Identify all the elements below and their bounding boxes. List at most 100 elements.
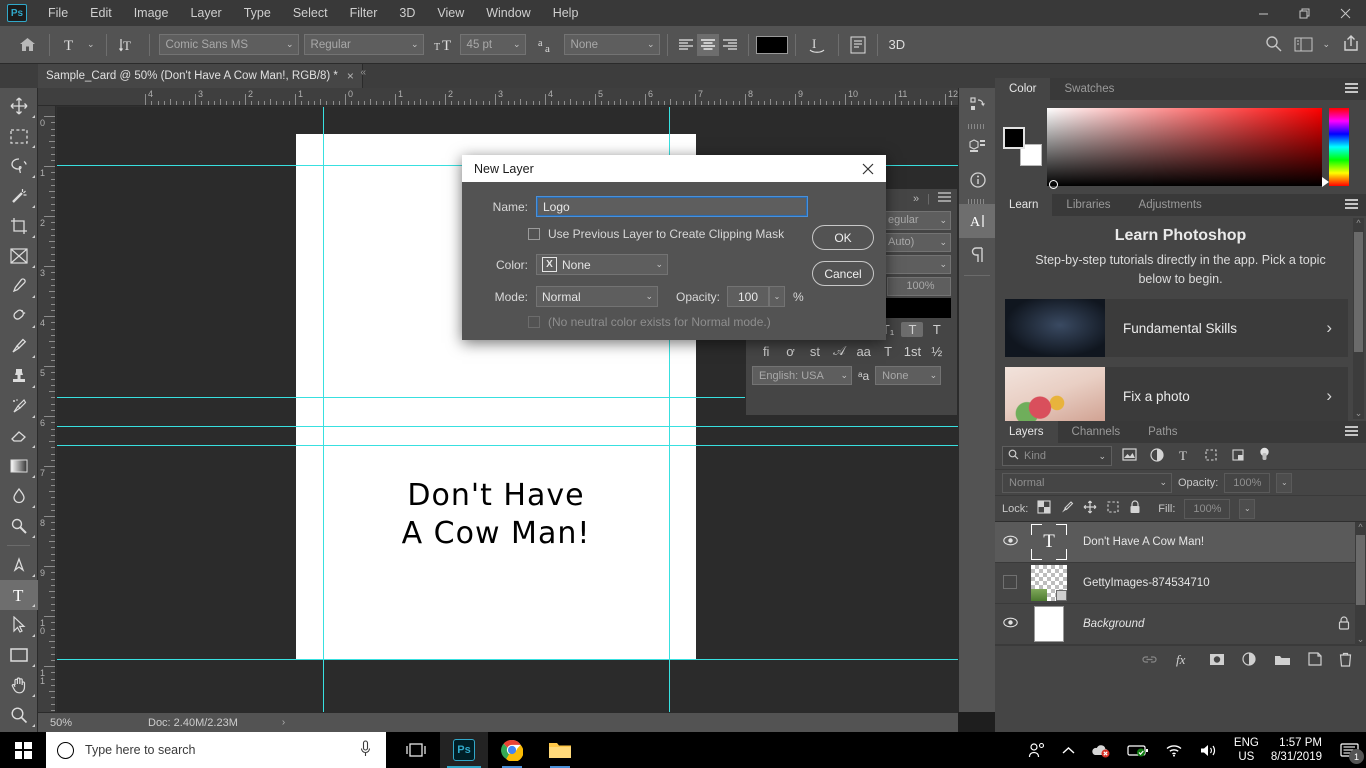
- panel-menu-icon[interactable]: [938, 192, 951, 206]
- rectangle-tool[interactable]: [0, 640, 38, 670]
- character-panel-toggle-icon[interactable]: [846, 33, 870, 57]
- delete-layer-icon[interactable]: [1339, 652, 1352, 670]
- clipping-mask-row[interactable]: Use Previous Layer to Create Clipping Ma…: [528, 227, 784, 241]
- vertical-ruler[interactable]: 0 1 2 3 4 5 6 7 8 9 10 11: [38, 106, 56, 712]
- scale-field[interactable]: 100%: [887, 276, 951, 296]
- layer-name-input[interactable]: Logo: [536, 196, 808, 217]
- close-button[interactable]: [1325, 0, 1366, 26]
- photoshop-taskbar-icon[interactable]: Ps: [440, 732, 488, 768]
- new-layer-icon[interactable]: [1308, 652, 1322, 669]
- character-color-swatch[interactable]: [885, 298, 951, 318]
- 3d-panel-icon[interactable]: [959, 129, 996, 163]
- guide-vertical[interactable]: [323, 107, 324, 712]
- layers-scrollbar[interactable]: ^ ⌄: [1355, 522, 1366, 645]
- history-panel-icon[interactable]: [959, 88, 996, 122]
- layer-name[interactable]: Don't Have A Cow Man!: [1073, 536, 1366, 548]
- shape-filter-icon[interactable]: [1201, 448, 1220, 465]
- zoom-tool[interactable]: [0, 700, 38, 730]
- chevron-down-icon[interactable]: ⌄: [645, 291, 653, 302]
- eyedropper-tool[interactable]: [0, 271, 38, 301]
- tab-paths[interactable]: Paths: [1134, 421, 1191, 443]
- chevron-down-icon[interactable]: ⌄: [1098, 451, 1106, 462]
- align-left-button[interactable]: [675, 34, 697, 56]
- chevron-down-icon[interactable]: ⌄: [286, 39, 294, 50]
- text-orientation-icon[interactable]: T: [114, 33, 142, 57]
- panel-expand-icon[interactable]: «: [360, 67, 366, 78]
- tracking-field[interactable]: ⌄: [881, 254, 951, 274]
- collapse-panel-icon[interactable]: »: [913, 193, 919, 205]
- scroll-up-icon[interactable]: ^: [1355, 522, 1366, 532]
- marquee-tool[interactable]: [0, 121, 38, 151]
- scroll-down-icon[interactable]: ⌄: [1353, 408, 1364, 419]
- menu-3d[interactable]: 3D: [388, 0, 426, 26]
- windows-start-icon[interactable]: [0, 732, 46, 768]
- hand-tool[interactable]: [0, 670, 38, 700]
- crop-tool[interactable]: [0, 211, 38, 241]
- document-tab[interactable]: Sample_Card @ 50% (Don't Have A Cow Man!…: [38, 64, 363, 88]
- ok-button[interactable]: OK: [812, 225, 874, 250]
- chevron-right-icon[interactable]: ›: [1326, 386, 1348, 406]
- language-indicator[interactable]: ENG US: [1226, 736, 1267, 764]
- hue-slider-handle[interactable]: [1322, 177, 1329, 187]
- tab-swatches[interactable]: Swatches: [1050, 78, 1128, 100]
- color-panel-swatches[interactable]: [1003, 127, 1042, 167]
- spot-healing-brush-tool[interactable]: [0, 301, 38, 331]
- share-icon[interactable]: [1342, 34, 1360, 55]
- onedrive-error-icon[interactable]: [1083, 743, 1119, 758]
- layer-thumbnail[interactable]: [1025, 606, 1073, 642]
- align-right-button[interactable]: [719, 34, 741, 56]
- leading-field[interactable]: Auto) ⌄: [881, 232, 951, 252]
- anti-aliasing-select[interactable]: None ⌄: [563, 34, 660, 55]
- type-tool[interactable]: T: [0, 580, 38, 610]
- contextual-alternates-icon[interactable]: ơ: [780, 344, 802, 359]
- minimize-button[interactable]: [1243, 0, 1284, 26]
- foreground-color-swatch[interactable]: [1003, 127, 1025, 149]
- layer-style-icon[interactable]: fx: [1175, 652, 1192, 670]
- layer-mask-icon[interactable]: [1209, 653, 1225, 669]
- tab-learn[interactable]: Learn: [995, 194, 1053, 216]
- layer-name[interactable]: Background: [1073, 618, 1338, 630]
- titling-alternates-icon[interactable]: aa: [853, 344, 875, 359]
- file-explorer-taskbar-icon[interactable]: [536, 732, 584, 768]
- show-hidden-icons-icon[interactable]: [1054, 746, 1083, 755]
- layer-thumbnail[interactable]: T: [1025, 524, 1073, 560]
- paragraph-panel-icon[interactable]: [959, 238, 996, 272]
- menu-type[interactable]: Type: [233, 0, 282, 26]
- adjustment-filter-icon[interactable]: [1147, 447, 1166, 465]
- opacity-value[interactable]: 100%: [1224, 472, 1271, 493]
- discretionary-ligatures-icon[interactable]: st: [804, 344, 826, 359]
- filter-toggle-icon[interactable]: [1255, 447, 1274, 465]
- menu-select[interactable]: Select: [282, 0, 339, 26]
- anti-aliasing-select[interactable]: None ⌄: [875, 366, 942, 385]
- hue-slider[interactable]: [1322, 108, 1349, 187]
- menu-file[interactable]: File: [37, 0, 79, 26]
- clipping-mask-checkbox[interactable]: [528, 228, 540, 240]
- chrome-taskbar-icon[interactable]: [488, 732, 536, 768]
- blend-mode-select[interactable]: Normal ⌄: [536, 286, 658, 307]
- menu-image[interactable]: Image: [123, 0, 180, 26]
- chevron-right-icon[interactable]: ›: [1326, 318, 1348, 338]
- info-panel-icon[interactable]: [959, 163, 996, 197]
- chevron-down-icon[interactable]: ⌄: [411, 39, 419, 50]
- chevron-down-icon[interactable]: ⌄: [840, 370, 848, 381]
- tab-color[interactable]: Color: [995, 78, 1051, 100]
- eraser-tool[interactable]: [0, 421, 38, 451]
- zoom-level[interactable]: 50%: [38, 717, 110, 729]
- layer-visibility-icon[interactable]: [995, 617, 1025, 631]
- lock-image-icon[interactable]: [1060, 500, 1074, 517]
- strikethrough-icon[interactable]: T: [926, 322, 948, 337]
- color-picker-handle[interactable]: [1049, 180, 1058, 189]
- dodge-tool[interactable]: [0, 511, 38, 541]
- menu-help[interactable]: Help: [542, 0, 590, 26]
- close-icon[interactable]: [850, 155, 886, 182]
- menu-edit[interactable]: Edit: [79, 0, 123, 26]
- microphone-icon[interactable]: [359, 739, 386, 761]
- pixel-filter-icon[interactable]: [1120, 448, 1139, 464]
- chevron-down-icon[interactable]: ⌄: [513, 39, 521, 50]
- layer-name[interactable]: GettyImages-874534710: [1073, 577, 1366, 589]
- lock-transparent-icon[interactable]: [1037, 500, 1051, 517]
- scroll-up-icon[interactable]: ^: [1353, 218, 1364, 228]
- home-icon[interactable]: [12, 37, 42, 52]
- status-expand-icon[interactable]: ›: [238, 717, 285, 728]
- cancel-button[interactable]: Cancel: [812, 261, 874, 286]
